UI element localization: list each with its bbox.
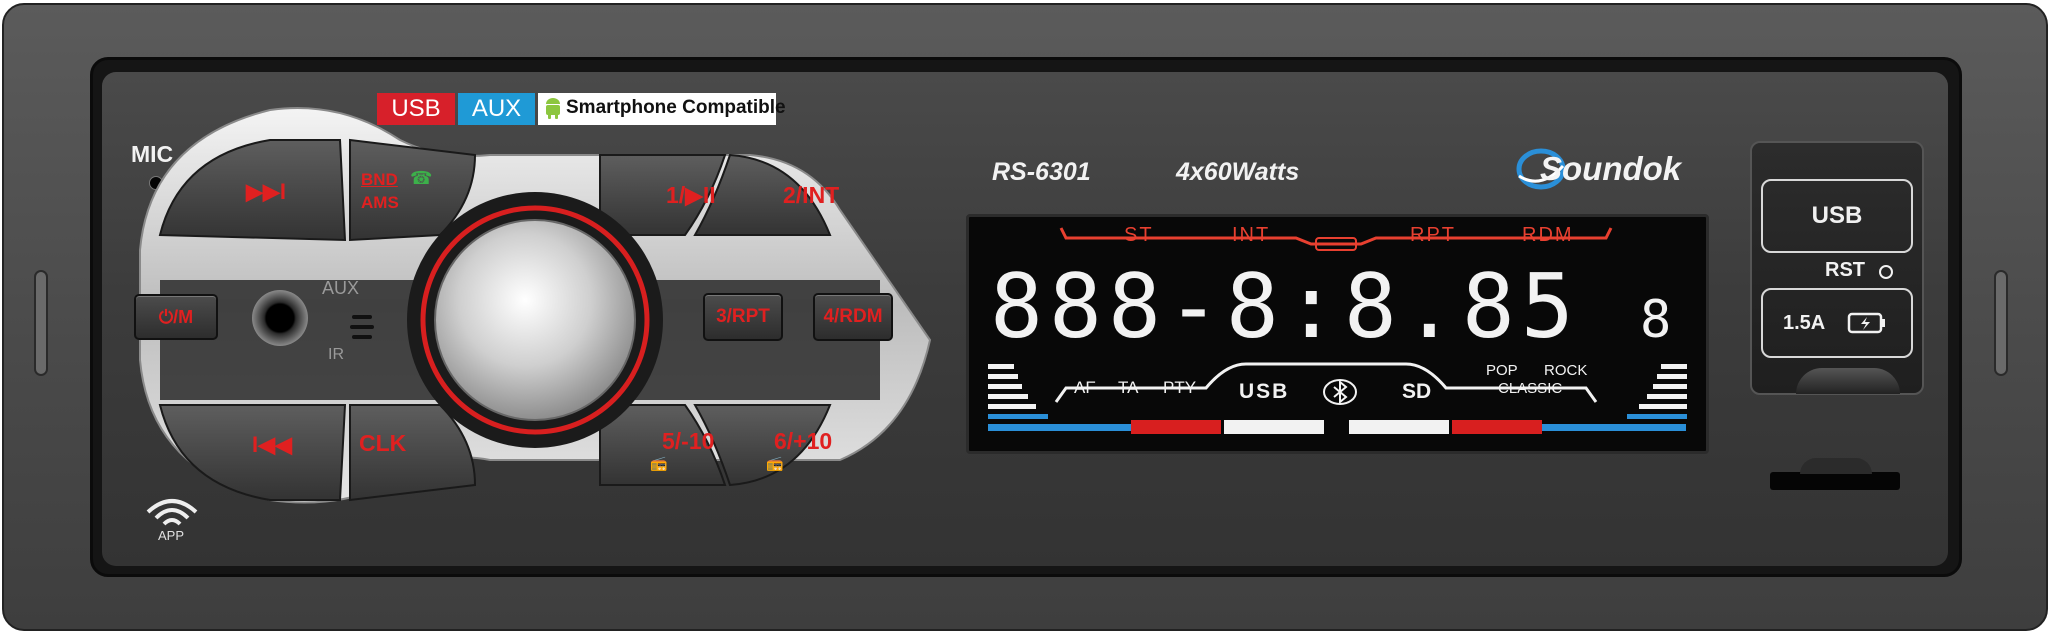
right-mount-slot <box>1994 270 2008 376</box>
preset-1-label: 1/▶II <box>666 182 716 208</box>
charge-label: 1.5A <box>1783 312 1826 334</box>
lcd-usb: USB <box>1239 380 1290 403</box>
ir-sensor-icon <box>348 313 376 341</box>
lcd-segment-display: 888-8:8.85 <box>990 255 1580 358</box>
charge-port[interactable]: 1.5A <box>1761 288 1913 358</box>
preset-3-button[interactable]: 3/RPT <box>703 293 783 341</box>
preset-2-label: 2/INT <box>783 182 840 208</box>
next-track-label: ▶▶I <box>246 179 286 204</box>
sd-card-slot-lip <box>1800 458 1872 474</box>
preset-4-label: 4/RDM <box>823 306 883 327</box>
sd-card-slot[interactable] <box>1770 472 1900 490</box>
aux-jack-label: AUX <box>322 278 360 298</box>
lcd-spectrum-bar <box>1131 420 1542 434</box>
left-mount-slot <box>34 270 48 376</box>
lcd-pop: POP <box>1486 362 1518 379</box>
preset-6-label: 6/+10 <box>774 428 833 454</box>
lcd-rpt: RPT <box>1410 224 1456 246</box>
reset-button[interactable] <box>1879 265 1893 279</box>
lcd-classic: CLASSIC <box>1498 380 1563 397</box>
bluetooth-icon <box>1322 378 1358 406</box>
power-mode-label: ⏻/M <box>158 307 194 327</box>
preset-5-label: 5/-10 <box>662 428 715 454</box>
lcd-int: INT <box>1232 224 1271 246</box>
volume-knob[interactable] <box>434 219 636 421</box>
lcd-ta: TA <box>1118 378 1139 397</box>
ir-label: IR <box>328 346 344 363</box>
model-label: RS-6301 <box>992 158 1091 186</box>
lcd-pty: PTY <box>1163 378 1197 397</box>
wifi-app-icon <box>142 490 202 530</box>
aux-jack[interactable] <box>252 290 308 346</box>
lcd-segment-small: 8 <box>1640 290 1672 350</box>
lcd-indicator-row: ST INT RPT RDM <box>1124 224 1644 248</box>
bnd-label: BND <box>361 170 398 189</box>
usb-port-button[interactable]: USB <box>1761 179 1913 253</box>
power-rating-label: 4x60Watts <box>1176 158 1300 186</box>
lcd-af: AF <box>1074 378 1096 397</box>
preset-3-label: 3/RPT <box>716 306 770 327</box>
lcd-rock: ROCK <box>1544 362 1588 379</box>
radio-icon-5: 📻 <box>650 455 668 471</box>
usb-cover <box>1796 368 1900 394</box>
rst-label: RST <box>1825 259 1865 281</box>
lcd-sd: SD <box>1402 380 1432 403</box>
prev-track-label: I◀◀ <box>252 432 292 457</box>
power-mode-button[interactable]: ⏻/M <box>134 294 218 340</box>
usb-port-label: USB <box>1811 202 1863 229</box>
brand-name: Soundok <box>1540 150 1682 187</box>
ams-label: AMS <box>361 193 399 212</box>
radio-icon-6: 📻 <box>766 455 784 471</box>
lcd-st: ST <box>1124 224 1154 246</box>
lcd-rdm: RDM <box>1522 224 1574 246</box>
app-label: APP <box>158 528 185 543</box>
preset-4-button[interactable]: 4/RDM <box>813 293 893 341</box>
clk-label: CLK <box>359 430 407 456</box>
phone-answer-icon: ☎ <box>410 168 433 188</box>
battery-charging-icon <box>1847 310 1887 336</box>
